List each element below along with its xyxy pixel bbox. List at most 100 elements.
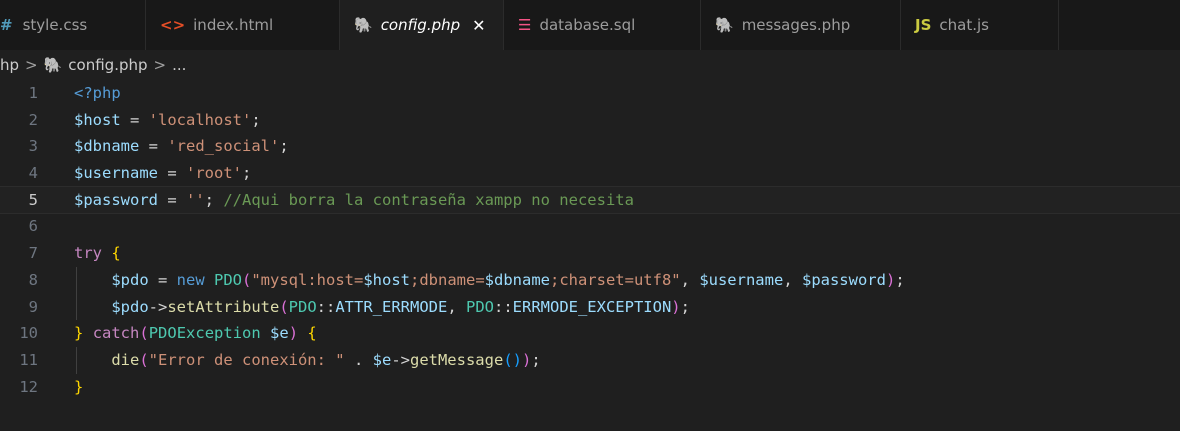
tab-label: config.php [380, 16, 461, 34]
js-icon: JS [915, 16, 932, 34]
code-line[interactable]: 3 $dbname = 'red_social'; [0, 133, 1180, 160]
line-number: 2 [28, 110, 38, 129]
breadcrumb-file[interactable]: config.php [68, 56, 147, 74]
code-token: } [74, 377, 84, 396]
code-token: 'localhost' [148, 110, 252, 129]
code-token: try [74, 244, 102, 263]
code-token: ( [242, 270, 252, 289]
code-token: "mysql:host= [251, 270, 364, 289]
tab-config-php[interactable]: 🐘 config.php ✕ [340, 0, 504, 50]
code-line[interactable]: 4 $username = 'root'; [0, 160, 1180, 187]
code-token: $password [801, 270, 886, 289]
line-number: 11 [19, 350, 38, 369]
breadcrumb-symbols[interactable]: ... [172, 56, 186, 74]
code-token: :: [493, 297, 513, 316]
code-text: <?php [74, 80, 121, 107]
code-token: , [447, 297, 466, 316]
code-token: PDO [214, 270, 242, 289]
code-token: ) [512, 350, 522, 369]
code-line[interactable]: 11 die("Error de conexión: " . $e->getMe… [0, 346, 1180, 374]
code-token: = [158, 164, 186, 183]
code-token: ) [885, 270, 896, 289]
code-token: ; [204, 190, 224, 209]
code-token: , [783, 270, 802, 289]
code-token: , [680, 270, 700, 289]
code-text: $password = ''; //Aqui borra la contrase… [74, 187, 634, 214]
code-token: ;charset=utf8" [549, 270, 681, 289]
code-line[interactable]: 8 $pdo = new PDO("mysql:host=$host;dbnam… [0, 266, 1180, 294]
breadcrumb-folder[interactable]: hp [0, 56, 19, 74]
code-line[interactable]: 2 $host = 'localhost'; [0, 107, 1180, 134]
code-token: $password [74, 190, 158, 209]
code-token: $dbname [484, 270, 550, 289]
code-token: ; [279, 137, 289, 156]
code-line[interactable]: 7 try { [0, 240, 1180, 267]
chevron-right-icon: > [25, 56, 38, 74]
code-token: PDOException [148, 324, 261, 343]
code-token: ) [671, 297, 681, 316]
code-text: $dbname = 'red_social'; [74, 133, 289, 160]
code-token: $e [372, 350, 392, 369]
code-token: ; [680, 297, 690, 316]
code-token: { [307, 324, 317, 343]
line-number: 1 [28, 84, 38, 102]
tab-chat-js[interactable]: JS chat.js [901, 0, 1059, 50]
code-line[interactable]: 10} catch(PDOException $e) { [0, 320, 1180, 347]
code-editor[interactable]: 1 <?php 2 $host = 'localhost'; 3 $dbname = 'r… [0, 80, 1180, 431]
line-number: 8 [28, 270, 38, 289]
code-line[interactable]: 1 <?php [0, 80, 1180, 107]
code-token: '' [186, 190, 205, 209]
code-token: $username [699, 270, 784, 289]
code-token: $pdo [111, 297, 149, 316]
code-token: new [176, 270, 205, 289]
code-token: setAttribute [167, 297, 280, 316]
tab-label: messages.php [741, 16, 851, 34]
line-number: 9 [28, 297, 38, 316]
code-line[interactable]: 12} [0, 374, 1180, 401]
code-token: $e [270, 324, 289, 343]
code-token: . [344, 350, 373, 369]
tab-messages-php[interactable]: 🐘 messages.php [701, 0, 901, 50]
code-text: $host = 'localhost'; [74, 107, 261, 134]
code-line[interactable]: 9 $pdo->setAttribute(PDO::ATTR_ERRMODE, … [0, 293, 1180, 321]
code-token: PDO [465, 297, 494, 316]
code-token: "Error de conexión: " [148, 350, 345, 369]
code-token: ( [139, 324, 149, 343]
code-token: die [111, 350, 140, 369]
code-token: $host [363, 270, 410, 289]
code-token: ; [251, 110, 261, 129]
tab-label: database.sql [539, 16, 636, 34]
code-text: try { [74, 240, 121, 267]
css-hash-icon: # [0, 16, 13, 34]
code-token: = [139, 137, 168, 156]
code-text: $username = 'root'; [74, 160, 251, 187]
code-line[interactable]: 6 [0, 213, 1180, 240]
code-token: = [158, 190, 186, 209]
tab-database-sql[interactable]: ☰ database.sql [504, 0, 701, 50]
editor-tab-bar: # style.css <> index.html 🐘 config.php ✕ ☰ datab… [0, 0, 1180, 50]
code-line[interactable]: 5 $password = ''; //Aqui borra la contras… [0, 185, 1180, 215]
tab-index-html[interactable]: <> index.html [146, 0, 340, 50]
php-elephant-icon: 🐘 [43, 56, 63, 74]
close-icon[interactable]: ✕ [472, 16, 485, 35]
database-icon: ☰ [518, 16, 532, 34]
line-number: 7 [28, 244, 38, 263]
code-text: } [74, 374, 83, 401]
code-token: -> [148, 297, 168, 316]
code-token: <?php [74, 84, 121, 102]
code-token: $host [74, 110, 121, 129]
line-number: 6 [28, 217, 38, 236]
code-token: ) [522, 350, 532, 369]
code-token: 'root' [186, 164, 242, 183]
code-text: $pdo = new PDO("mysql:host=$host;dbname=… [74, 267, 905, 294]
tab-style-css[interactable]: # style.css [0, 0, 146, 50]
tab-label: style.css [22, 16, 88, 34]
code-token: ; [895, 270, 905, 289]
code-token: $pdo [111, 270, 149, 289]
code-token: -> [391, 350, 410, 369]
